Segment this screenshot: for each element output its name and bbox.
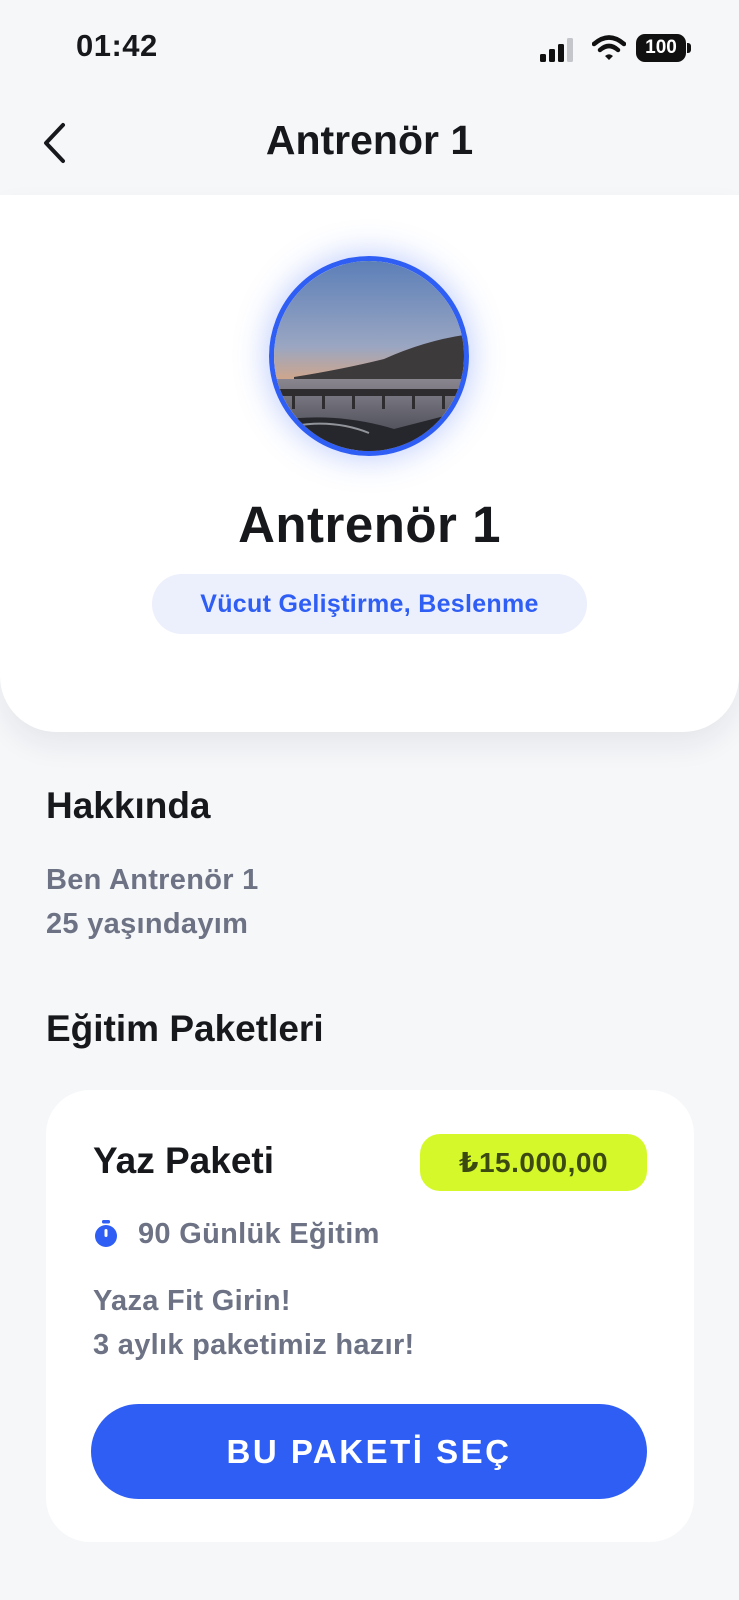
status-time: 01:42 — [76, 28, 158, 63]
package-card: Yaz Paketi ₺15.000,00 90 Günlük Eğitim Y… — [46, 1090, 694, 1542]
description-line: Yaza Fit Girin! — [93, 1285, 291, 1317]
timer-icon — [95, 1220, 117, 1247]
about-text: Ben Antrenör 1 25 yaşındayım — [46, 858, 259, 946]
about-heading: Hakkında — [46, 785, 211, 826]
select-package-button[interactable]: BU PAKETİ SEÇ — [91, 1404, 647, 1499]
trainer-name: Antrenör 1 — [238, 496, 501, 553]
wifi-icon — [592, 35, 626, 60]
package-name: Yaz Paketi — [93, 1140, 275, 1181]
duration-row: 90 Günlük Eğitim — [93, 1214, 380, 1254]
about-line: Ben Antrenör 1 — [46, 864, 259, 896]
trainer-detail-screen: 01:42 100 Antrenör 1 Antrenör 1 Vücut Ge… — [0, 0, 739, 1600]
battery-level: 100 — [645, 37, 677, 58]
profile-card: Antrenör 1 Vücut Geliştirme, Beslenme — [0, 195, 739, 732]
nav-header: Antrenör 1 — [0, 95, 739, 195]
battery-icon: 100 — [636, 34, 691, 62]
price-badge: ₺15.000,00 — [420, 1134, 647, 1191]
package-description: Yaza Fit Girin! 3 aylık paketimiz hazır! — [93, 1279, 415, 1367]
avatar-photo — [274, 261, 464, 451]
description-line: 3 aylık paketimiz hazır! — [93, 1329, 415, 1361]
status-bar: 01:42 100 — [0, 0, 739, 95]
cellular-signal-icon — [540, 38, 573, 62]
avatar[interactable] — [269, 256, 469, 456]
specialty-badge: Vücut Geliştirme, Beslenme — [152, 574, 587, 634]
page-title: Antrenör 1 — [265, 117, 474, 163]
packages-heading: Eğitim Paketleri — [46, 1008, 324, 1049]
duration-text: 90 Günlük Eğitim — [138, 1217, 380, 1250]
about-line: 25 yaşındayım — [46, 908, 249, 940]
